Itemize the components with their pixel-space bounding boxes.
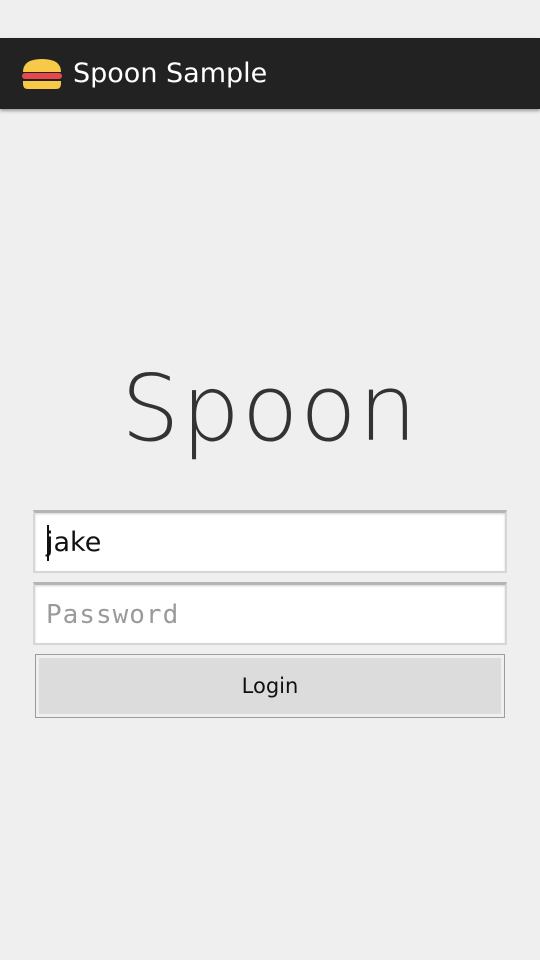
burger-icon[interactable] xyxy=(20,57,64,91)
spoon-logo-text: Spoon xyxy=(121,355,419,462)
action-bar: Spoon Sample xyxy=(0,38,540,109)
login-button[interactable]: Login xyxy=(35,654,505,718)
status-bar xyxy=(0,0,540,38)
username-value: jake xyxy=(46,527,102,558)
login-button-face[interactable]: Login xyxy=(39,658,501,714)
username-input[interactable]: jake xyxy=(33,510,507,573)
password-input[interactable]: Password xyxy=(33,582,507,645)
app-title: Spoon Sample xyxy=(73,58,268,89)
login-button-label: Login xyxy=(241,674,299,698)
password-placeholder: Password xyxy=(46,600,180,630)
